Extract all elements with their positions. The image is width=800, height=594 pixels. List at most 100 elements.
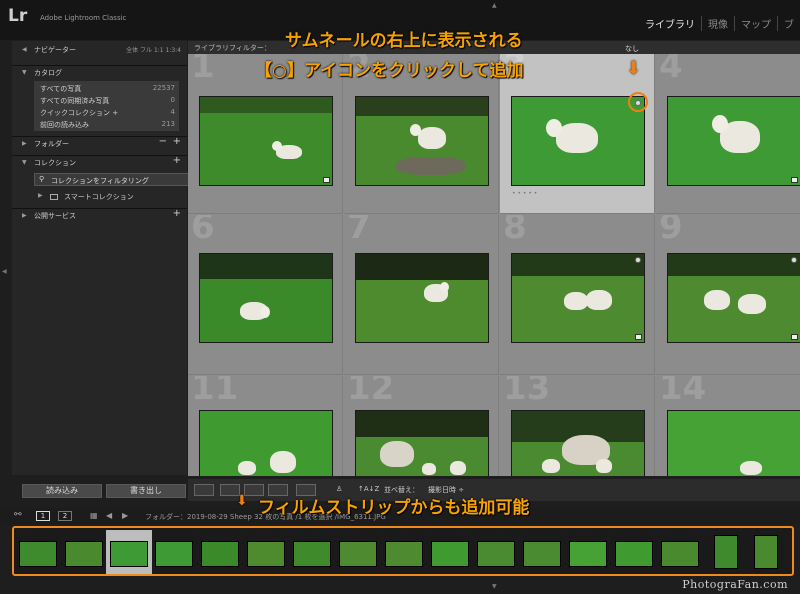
photo-thumbnail[interactable] — [199, 96, 333, 186]
grid-cell[interactable]: 6 — [188, 215, 343, 375]
top-panel-toggle-icon[interactable]: ▲ — [492, 2, 497, 9]
catalog-item[interactable]: クイックコレクション + 4 — [34, 107, 179, 118]
navigator-header[interactable]: ◀ ナビゲーター 全体 フル 1:1 1:3:4 — [12, 43, 187, 57]
painter-icon[interactable]: ♙ — [336, 485, 342, 493]
annotation-line-3: フィルムストリップからも追加可能 — [258, 498, 530, 518]
filmstrip — [12, 526, 794, 576]
module-book[interactable]: ブ — [777, 16, 800, 31]
photo-thumbnail[interactable] — [511, 253, 645, 343]
filmstrip-thumbnail-selected[interactable] — [110, 541, 148, 567]
cell-index: 12 — [347, 376, 395, 408]
target-collection-circle-icon[interactable] — [635, 257, 641, 263]
window-1-button[interactable]: 1 — [36, 511, 50, 521]
photo-thumbnail[interactable] — [355, 96, 489, 186]
edit-badge-icon — [635, 334, 642, 340]
back-arrow-icon[interactable]: ◀ — [106, 511, 112, 520]
catalog-item-name: 前回の読み込み — [40, 121, 89, 129]
filmstrip-thumbnail[interactable] — [754, 535, 778, 569]
photo-thumbnail[interactable] — [667, 410, 800, 476]
catalog-item[interactable]: すべての写真 22537 — [34, 83, 179, 94]
catalog-header[interactable]: ▼ カタログ — [12, 65, 187, 79]
photo-thumbnail[interactable] — [355, 410, 489, 476]
module-develop[interactable]: 現像 — [701, 16, 734, 31]
grid-cell[interactable]: 14 — [656, 376, 800, 476]
grid-cell[interactable]: 12 — [344, 376, 499, 476]
navigator-zoom-options[interactable]: 全体 フル 1:1 1:3:4 — [126, 45, 181, 54]
photo-thumbnail[interactable] — [667, 253, 800, 343]
grid-small-icon[interactable]: ▦ — [90, 511, 98, 520]
publish-header[interactable]: ▶ 公開サービス + — [12, 208, 187, 222]
collection-filter-input[interactable]: ⚲ コレクションをフィルタリング — [34, 173, 192, 186]
grid-cell[interactable]: 9 — [656, 215, 800, 375]
cell-index: 9 — [659, 215, 683, 247]
edit-badge-icon — [791, 177, 798, 183]
filmstrip-thumbnail[interactable] — [293, 541, 331, 567]
minus-icon[interactable]: − — [159, 136, 167, 147]
photo-thumbnail[interactable] — [511, 96, 645, 186]
plus-icon[interactable]: + — [173, 136, 181, 147]
annotation-line-2: 【○】アイコンをクリックして追加 — [255, 61, 524, 81]
export-button[interactable]: 書き出し — [106, 484, 186, 498]
catalog-item-name: クイックコレクション + — [40, 109, 119, 117]
catalog-item[interactable]: すべての同期済み写真 0 — [34, 95, 179, 106]
grid-cell[interactable]: 7 — [344, 215, 499, 375]
annotation-arrow-icon: ⬇ — [236, 493, 248, 509]
folders-header[interactable]: ▶ フォルダー − + — [12, 136, 187, 150]
watermark: PhotograFan.com — [682, 578, 788, 591]
filmstrip-thumbnail[interactable] — [201, 541, 239, 567]
photo-thumbnail[interactable] — [355, 253, 489, 343]
photo-thumbnail[interactable] — [199, 410, 333, 476]
left-panel: ◀ ナビゲーター 全体 フル 1:1 1:3:4 ▼ カタログ すべての写真 2… — [12, 41, 192, 475]
catalog-item[interactable]: 前回の読み込み 213 — [34, 119, 179, 130]
smart-collection-icon — [50, 194, 58, 200]
grid-cell[interactable]: 4 — [656, 54, 800, 214]
expand-triangle-icon: ▼ — [22, 159, 27, 166]
grid-view-button[interactable] — [194, 484, 214, 496]
filmstrip-thumbnail[interactable] — [569, 541, 607, 567]
grid-cell[interactable]: 11 — [188, 376, 343, 476]
filmstrip-thumbnail[interactable] — [65, 541, 103, 567]
photo-thumbnail[interactable] — [667, 96, 800, 186]
target-collection-circle-icon[interactable] — [791, 257, 797, 263]
sort-direction-icon[interactable]: ↑A↓Z — [358, 485, 379, 493]
plus-icon[interactable]: + — [173, 155, 181, 166]
cell-index: 13 — [503, 376, 551, 408]
filmstrip-thumbnail[interactable] — [615, 541, 653, 567]
filmstrip-thumbnail[interactable] — [661, 541, 699, 567]
forward-arrow-icon[interactable]: ▶ — [122, 511, 128, 520]
module-map[interactable]: マップ — [734, 16, 777, 31]
collections-header[interactable]: ▼ コレクション + — [12, 155, 187, 169]
collection-filter-text: コレクションをフィルタリング — [51, 177, 149, 185]
left-panel-toggle-icon[interactable]: ◀ — [2, 268, 7, 275]
filmstrip-thumbnail[interactable] — [477, 541, 515, 567]
filmstrip-thumbnail[interactable] — [155, 541, 193, 567]
filmstrip-thumbnail[interactable] — [523, 541, 561, 567]
import-button[interactable]: 読み込み — [22, 484, 102, 498]
photo-thumbnail[interactable] — [199, 253, 333, 343]
filmstrip-thumbnail[interactable] — [247, 541, 285, 567]
filter-none-option[interactable]: なし — [625, 44, 639, 54]
module-library[interactable]: ライブラリ — [639, 16, 701, 31]
filmstrip-thumbnail[interactable] — [385, 541, 423, 567]
catalog-label: カタログ — [34, 69, 62, 77]
grid-cell[interactable]: 8 — [500, 215, 655, 375]
photo-thumbnail[interactable] — [511, 410, 645, 476]
collapse-triangle-icon: ▶ — [22, 140, 27, 147]
identity-icon[interactable]: ⚯ — [14, 510, 22, 520]
bottom-panel-toggle-icon[interactable]: ▼ — [492, 583, 497, 590]
app-name: Adobe Lightroom Classic — [40, 14, 127, 22]
collapse-triangle-icon: ▶ — [22, 212, 27, 219]
filmstrip-thumbnail[interactable] — [431, 541, 469, 567]
catalog-item-count: 0 — [170, 96, 175, 104]
window-2-button[interactable]: 2 — [58, 511, 72, 521]
rating-dots[interactable]: • • • • • — [512, 190, 537, 197]
plus-icon[interactable]: + — [173, 208, 181, 219]
filmstrip-thumbnail[interactable] — [339, 541, 377, 567]
cell-index: 7 — [347, 215, 371, 247]
grid-cell[interactable]: 13 — [500, 376, 655, 476]
filmstrip-thumbnail[interactable] — [714, 535, 738, 569]
smart-collection-item[interactable]: ▶ スマートコレクション — [34, 192, 192, 203]
cell-index: 1 — [191, 54, 215, 86]
edit-badge-icon — [791, 334, 798, 340]
filmstrip-thumbnail[interactable] — [19, 541, 57, 567]
